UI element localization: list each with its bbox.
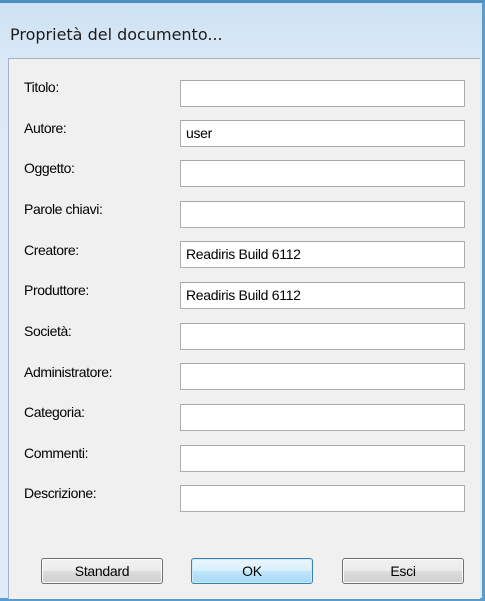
- dialog-content: Titolo: Autore: user Oggetto: Parole chi…: [8, 58, 480, 599]
- ok-button[interactable]: OK: [191, 558, 313, 584]
- creator-label: Creatore:: [24, 242, 79, 258]
- title-field[interactable]: [180, 80, 465, 107]
- category-label: Categoria:: [24, 404, 85, 420]
- creator-field[interactable]: Readiris Build 6112: [180, 241, 465, 268]
- keywords-label: Parole chiavi:: [24, 201, 103, 217]
- comments-label: Commenti:: [24, 445, 89, 461]
- producer-label: Produttore:: [24, 282, 89, 298]
- keywords-field[interactable]: [180, 201, 465, 228]
- producer-field[interactable]: Readiris Build 6112: [180, 282, 465, 309]
- category-field[interactable]: [180, 404, 465, 431]
- administrator-field[interactable]: [180, 363, 465, 390]
- document-properties-dialog: Proprietà del documento... Titolo: Autor…: [0, 0, 485, 601]
- comments-field[interactable]: [180, 445, 465, 472]
- title-label: Titolo:: [24, 79, 59, 95]
- subject-label: Oggetto:: [24, 160, 75, 176]
- cancel-button[interactable]: Esci: [342, 558, 464, 584]
- dialog-title: Proprietà del documento...: [10, 25, 223, 44]
- description-field[interactable]: [180, 485, 465, 512]
- company-label: Società:: [24, 323, 72, 339]
- author-field[interactable]: user: [180, 120, 465, 147]
- standard-button[interactable]: Standard: [41, 558, 163, 584]
- author-label: Autore:: [24, 120, 67, 136]
- subject-field[interactable]: [180, 160, 465, 187]
- administrator-label: Administratore:: [24, 364, 113, 380]
- company-field[interactable]: [180, 323, 465, 350]
- description-label: Descrizione:: [24, 485, 97, 501]
